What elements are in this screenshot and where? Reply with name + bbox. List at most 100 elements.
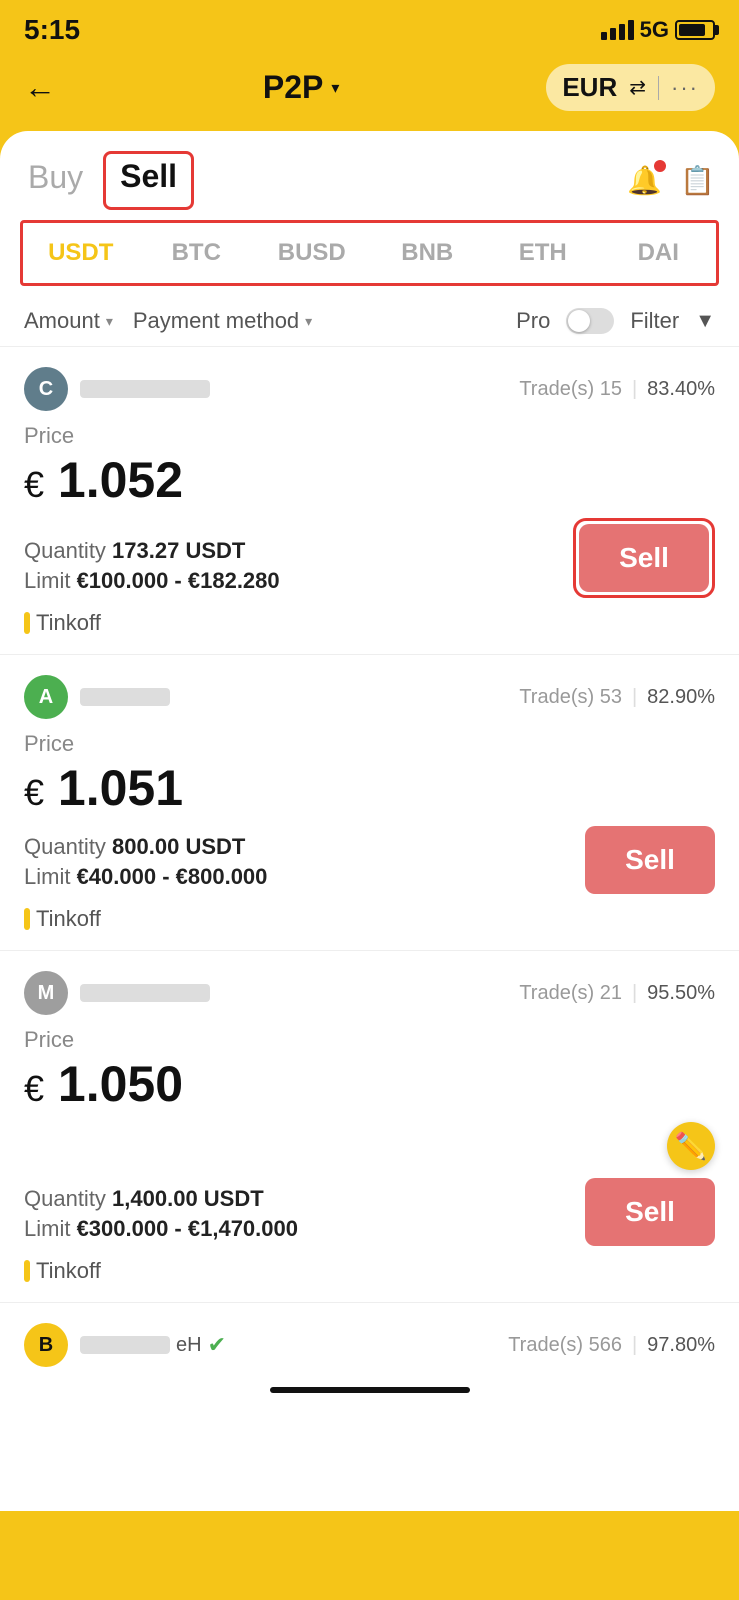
user-info: C <box>24 367 210 411</box>
quantity-value: 1,400.00 USDT <box>112 1186 264 1211</box>
tab-row: Buy Sell 🔔 📋 <box>0 131 739 210</box>
network-type: 5G <box>640 17 669 43</box>
currency-selector[interactable]: EUR ⇄ ··· <box>546 64 715 111</box>
card-details: Quantity 173.27 USDT Limit €100.000 - €1… <box>24 538 573 598</box>
avatar: C <box>24 367 68 411</box>
home-indicator <box>270 1387 470 1393</box>
trade-stats: Trade(s) 21 | 95.50% <box>519 982 715 1005</box>
price-label: Price <box>24 731 715 757</box>
quantity-row: Quantity 800.00 USDT <box>24 834 585 860</box>
crypto-tab-busd[interactable]: BUSD <box>254 223 370 283</box>
username-blur <box>80 1336 170 1354</box>
filter-icon: ▼ <box>695 310 715 333</box>
payment-indicator <box>24 1260 30 1282</box>
filter-row: Amount ▾ Payment method ▾ Pro Filter ▼ <box>0 296 739 347</box>
limit-value: €300.000 - €1,470.000 <box>77 1216 298 1241</box>
payment-filter[interactable]: Payment method ▾ <box>133 308 312 334</box>
back-button[interactable]: ← <box>24 69 56 106</box>
card-body: Quantity 1,400.00 USDT Limit €300.000 - … <box>24 1122 715 1246</box>
pro-toggle[interactable] <box>566 308 614 334</box>
quantity-row: Quantity 173.27 USDT <box>24 538 573 564</box>
username-blur <box>80 688 170 706</box>
limit-row: Limit €40.000 - €800.000 <box>24 864 585 890</box>
payment-filter-label: Payment method <box>133 308 299 334</box>
quantity-value: 800.00 USDT <box>112 834 245 859</box>
crypto-tab-bnb[interactable]: BNB <box>370 223 486 283</box>
card-header: C Trade(s) 15 | 83.40% <box>24 367 715 411</box>
signal-bars-icon <box>601 20 634 40</box>
trade-percentage: 95.50% <box>647 982 715 1005</box>
payment-indicator <box>24 612 30 634</box>
notification-button[interactable]: 🔔 <box>627 164 662 197</box>
main-content: Buy Sell 🔔 📋 USDT BTC BUSD BNB ETH DAI A… <box>0 131 739 1511</box>
crypto-tab-usdt[interactable]: USDT <box>23 223 139 283</box>
limit-row: Limit €100.000 - €182.280 <box>24 568 573 594</box>
tab-buy[interactable]: Buy <box>24 151 103 210</box>
status-bar: 5:15 5G <box>0 0 739 54</box>
amount-dropdown-icon: ▾ <box>106 313 113 330</box>
sell-button-3[interactable]: Sell <box>585 1178 715 1246</box>
amount-filter[interactable]: Amount ▾ <box>24 308 113 334</box>
trade-card: A Trade(s) 53 | 82.90% Price € 1.051 Qua… <box>0 655 739 951</box>
battery-icon <box>675 20 715 40</box>
header-divider <box>658 76 659 100</box>
app-header: ← P2P ▾ EUR ⇄ ··· <box>0 54 739 131</box>
verified-icon: ✔ <box>208 1332 226 1358</box>
header-title: P2P ▾ <box>263 69 340 106</box>
trade-stats: Trade(s) 15 | 83.40% <box>519 378 715 401</box>
trade-percentage: 83.40% <box>647 378 715 401</box>
trade-stats: Trade(s) 566 | 97.80% <box>508 1334 715 1357</box>
trade-percentage: 97.80% <box>647 1334 715 1357</box>
username-blur <box>80 380 210 398</box>
crypto-tab-btc[interactable]: BTC <box>139 223 255 283</box>
price-value: € 1.051 <box>24 761 715 816</box>
price-label: Price <box>24 1027 715 1053</box>
tab-sell-wrapper: Sell <box>103 151 194 210</box>
trade-card: M Trade(s) 21 | 95.50% Price € 1.050 Qua… <box>0 951 739 1303</box>
avatar: M <box>24 971 68 1015</box>
trades-label: Trade(s) 53 <box>519 686 622 709</box>
user-info: B eH ✔ <box>24 1323 226 1367</box>
card-body: Quantity 800.00 USDT Limit €40.000 - €80… <box>24 826 715 894</box>
more-options-button[interactable]: ··· <box>671 75 699 101</box>
pro-label: Pro <box>516 308 550 334</box>
avatar: B <box>24 1323 68 1367</box>
payment-name: Tinkoff <box>36 1258 101 1284</box>
status-icons: 5G <box>601 17 715 43</box>
limit-value: €100.000 - €182.280 <box>77 568 280 593</box>
crypto-tab-dai[interactable]: DAI <box>601 223 717 283</box>
card-details: Quantity 1,400.00 USDT Limit €300.000 - … <box>24 1186 585 1246</box>
card-body: Quantity 173.27 USDT Limit €100.000 - €1… <box>24 518 715 598</box>
avatar: A <box>24 675 68 719</box>
user-info: M <box>24 971 210 1015</box>
card-header: M Trade(s) 21 | 95.50% <box>24 971 715 1015</box>
notification-dot <box>654 160 666 172</box>
quantity-row: Quantity 1,400.00 USDT <box>24 1186 585 1212</box>
exchange-icon: ⇄ <box>629 75 646 100</box>
edit-fab-button[interactable]: ✏️ <box>667 1122 715 1170</box>
p2p-dropdown-icon[interactable]: ▾ <box>331 78 339 98</box>
limit-row: Limit €300.000 - €1,470.000 <box>24 1216 585 1242</box>
payment-name: Tinkoff <box>36 906 101 932</box>
list-view-button[interactable]: 📋 <box>680 164 715 197</box>
sell-button-2[interactable]: Sell <box>585 826 715 894</box>
crypto-tab-eth[interactable]: ETH <box>485 223 601 283</box>
amount-filter-label: Amount <box>24 308 100 334</box>
page-title: P2P <box>263 69 323 106</box>
sell-button-wrapper: Sell <box>573 518 715 598</box>
quantity-value: 173.27 USDT <box>112 538 245 563</box>
card-details: Quantity 800.00 USDT Limit €40.000 - €80… <box>24 834 585 894</box>
payment-tag: Tinkoff <box>24 906 715 932</box>
username-blur <box>80 984 210 1002</box>
trades-label: Trade(s) 21 <box>519 982 622 1005</box>
user-info: A <box>24 675 170 719</box>
tab-sell[interactable]: Sell <box>120 158 177 195</box>
payment-tag: Tinkoff <box>24 610 715 636</box>
currency-label: EUR <box>562 72 617 103</box>
price-value: € 1.050 <box>24 1057 715 1112</box>
buy-sell-tabs: Buy Sell <box>24 151 204 210</box>
price-label: Price <box>24 423 715 449</box>
sell-button-1[interactable]: Sell <box>579 524 709 592</box>
card-header: A Trade(s) 53 | 82.90% <box>24 675 715 719</box>
card-header: B eH ✔ Trade(s) 566 | 97.80% <box>24 1323 715 1367</box>
